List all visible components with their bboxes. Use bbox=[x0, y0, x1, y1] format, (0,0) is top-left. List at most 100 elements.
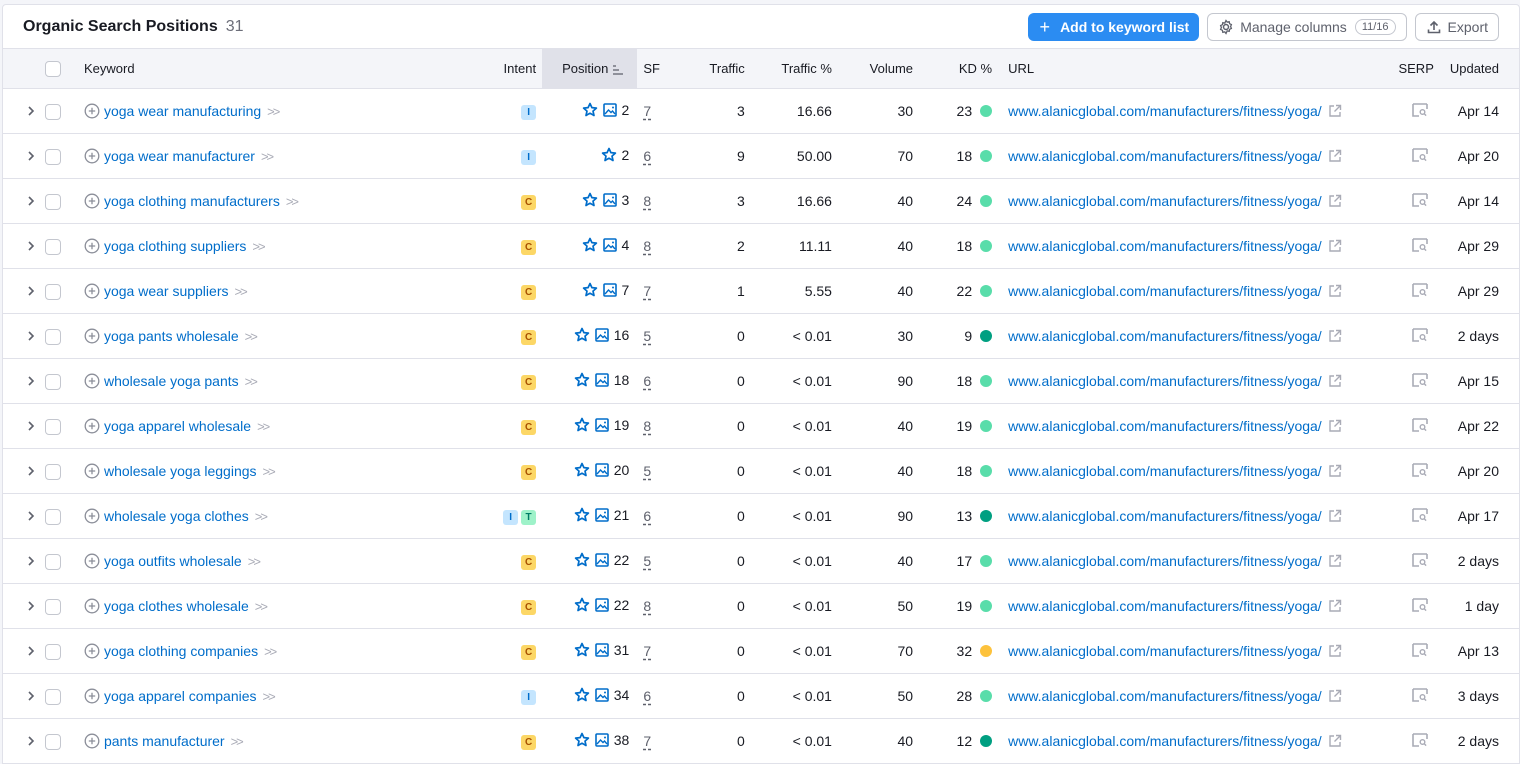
external-link-icon[interactable] bbox=[1328, 149, 1342, 163]
row-checkbox[interactable] bbox=[45, 148, 62, 165]
expand-row-chevron-icon[interactable] bbox=[27, 463, 35, 479]
add-keyword-plus-circle-icon[interactable] bbox=[84, 598, 100, 614]
expand-row-chevron-icon[interactable] bbox=[27, 283, 35, 299]
url-link[interactable]: www.alanicglobal.com/manufacturers/fitne… bbox=[1008, 508, 1322, 524]
serp-snapshot-icon[interactable] bbox=[1412, 687, 1428, 705]
expand-row-chevron-icon[interactable] bbox=[27, 733, 35, 749]
expand-row-chevron-icon[interactable] bbox=[27, 643, 35, 659]
serp-snapshot-icon[interactable] bbox=[1412, 417, 1428, 435]
keyword-link[interactable]: wholesale yoga clothes bbox=[104, 508, 249, 524]
external-link-icon[interactable] bbox=[1328, 239, 1342, 253]
expand-row-chevron-icon[interactable] bbox=[27, 598, 35, 614]
export-button[interactable]: Export bbox=[1414, 13, 1499, 41]
external-link-icon[interactable] bbox=[1328, 509, 1342, 523]
keyword-link[interactable]: wholesale yoga pants bbox=[104, 373, 239, 389]
keyword-link[interactable]: yoga wear suppliers bbox=[104, 283, 229, 299]
row-checkbox[interactable] bbox=[45, 463, 62, 480]
column-traffic-pct[interactable]: Traffic % bbox=[751, 49, 838, 89]
keyword-link[interactable]: yoga clothes wholesale bbox=[104, 598, 249, 614]
keyword-link[interactable]: yoga wear manufacturing bbox=[104, 103, 261, 119]
keyword-details-chevrons-icon[interactable]: >> bbox=[255, 599, 268, 614]
serp-features-count[interactable]: 8 bbox=[643, 238, 651, 254]
column-traffic[interactable]: Traffic bbox=[676, 49, 751, 89]
add-keyword-plus-circle-icon[interactable] bbox=[84, 238, 100, 254]
add-keyword-plus-circle-icon[interactable] bbox=[84, 283, 100, 299]
keyword-details-chevrons-icon[interactable]: >> bbox=[286, 194, 299, 209]
row-checkbox[interactable] bbox=[45, 553, 62, 570]
add-keyword-plus-circle-icon[interactable] bbox=[84, 418, 100, 434]
url-link[interactable]: www.alanicglobal.com/manufacturers/fitne… bbox=[1008, 598, 1322, 614]
column-url[interactable]: URL bbox=[1002, 49, 1377, 89]
serp-snapshot-icon[interactable] bbox=[1412, 732, 1428, 750]
serp-features-count[interactable]: 6 bbox=[643, 148, 651, 164]
expand-row-chevron-icon[interactable] bbox=[27, 328, 35, 344]
keyword-details-chevrons-icon[interactable]: >> bbox=[267, 104, 280, 119]
row-checkbox[interactable] bbox=[45, 418, 62, 435]
external-link-icon[interactable] bbox=[1328, 554, 1342, 568]
serp-features-count[interactable]: 7 bbox=[643, 733, 651, 749]
row-checkbox[interactable] bbox=[45, 103, 62, 120]
serp-snapshot-icon[interactable] bbox=[1412, 282, 1428, 300]
select-all-checkbox[interactable] bbox=[45, 60, 62, 77]
column-sf[interactable]: SF bbox=[637, 49, 676, 89]
serp-features-count[interactable]: 7 bbox=[643, 643, 651, 659]
row-checkbox[interactable] bbox=[45, 643, 62, 660]
column-updated[interactable]: Updated bbox=[1440, 49, 1519, 89]
external-link-icon[interactable] bbox=[1328, 644, 1342, 658]
column-intent[interactable]: Intent bbox=[483, 49, 542, 89]
external-link-icon[interactable] bbox=[1328, 194, 1342, 208]
add-keyword-plus-circle-icon[interactable] bbox=[84, 193, 100, 209]
external-link-icon[interactable] bbox=[1328, 104, 1342, 118]
keyword-details-chevrons-icon[interactable]: >> bbox=[263, 464, 276, 479]
expand-row-chevron-icon[interactable] bbox=[27, 418, 35, 434]
serp-features-count[interactable]: 5 bbox=[643, 328, 651, 344]
serp-snapshot-icon[interactable] bbox=[1412, 192, 1428, 210]
expand-row-chevron-icon[interactable] bbox=[27, 193, 35, 209]
serp-snapshot-icon[interactable] bbox=[1412, 597, 1428, 615]
external-link-icon[interactable] bbox=[1328, 374, 1342, 388]
serp-features-count[interactable]: 6 bbox=[643, 688, 651, 704]
serp-features-count[interactable]: 5 bbox=[643, 553, 651, 569]
add-keyword-plus-circle-icon[interactable] bbox=[84, 643, 100, 659]
url-link[interactable]: www.alanicglobal.com/manufacturers/fitne… bbox=[1008, 688, 1322, 704]
serp-features-count[interactable]: 8 bbox=[643, 418, 651, 434]
keyword-details-chevrons-icon[interactable]: >> bbox=[248, 554, 261, 569]
keyword-details-chevrons-icon[interactable]: >> bbox=[257, 419, 270, 434]
keyword-details-chevrons-icon[interactable]: >> bbox=[252, 239, 265, 254]
row-checkbox[interactable] bbox=[45, 598, 62, 615]
expand-row-chevron-icon[interactable] bbox=[27, 103, 35, 119]
add-keyword-plus-circle-icon[interactable] bbox=[84, 733, 100, 749]
keyword-details-chevrons-icon[interactable]: >> bbox=[261, 149, 274, 164]
url-link[interactable]: www.alanicglobal.com/manufacturers/fitne… bbox=[1008, 643, 1322, 659]
row-checkbox[interactable] bbox=[45, 238, 62, 255]
manage-columns-button[interactable]: Manage columns 11/16 bbox=[1207, 13, 1407, 41]
keyword-link[interactable]: pants manufacturer bbox=[104, 733, 225, 749]
serp-snapshot-icon[interactable] bbox=[1412, 642, 1428, 660]
url-link[interactable]: www.alanicglobal.com/manufacturers/fitne… bbox=[1008, 373, 1322, 389]
row-checkbox[interactable] bbox=[45, 283, 62, 300]
keyword-link[interactable]: yoga apparel companies bbox=[104, 688, 257, 704]
row-checkbox[interactable] bbox=[45, 328, 62, 345]
expand-row-chevron-icon[interactable] bbox=[27, 238, 35, 254]
serp-snapshot-icon[interactable] bbox=[1412, 552, 1428, 570]
add-to-keyword-list-button[interactable]: + Add to keyword list bbox=[1027, 13, 1200, 41]
row-checkbox[interactable] bbox=[45, 508, 62, 525]
add-keyword-plus-circle-icon[interactable] bbox=[84, 103, 100, 119]
keyword-link[interactable]: yoga clothing manufacturers bbox=[104, 193, 280, 209]
expand-row-chevron-icon[interactable] bbox=[27, 148, 35, 164]
keyword-link[interactable]: yoga pants wholesale bbox=[104, 328, 239, 344]
url-link[interactable]: www.alanicglobal.com/manufacturers/fitne… bbox=[1008, 328, 1322, 344]
url-link[interactable]: www.alanicglobal.com/manufacturers/fitne… bbox=[1008, 148, 1322, 164]
row-checkbox[interactable] bbox=[45, 733, 62, 750]
keyword-details-chevrons-icon[interactable]: >> bbox=[264, 644, 277, 659]
serp-snapshot-icon[interactable] bbox=[1412, 327, 1428, 345]
serp-features-count[interactable]: 6 bbox=[643, 373, 651, 389]
expand-row-chevron-icon[interactable] bbox=[27, 688, 35, 704]
keyword-link[interactable]: yoga clothing suppliers bbox=[104, 238, 246, 254]
url-link[interactable]: www.alanicglobal.com/manufacturers/fitne… bbox=[1008, 463, 1322, 479]
keyword-details-chevrons-icon[interactable]: >> bbox=[231, 734, 244, 749]
keyword-link[interactable]: yoga outfits wholesale bbox=[104, 553, 242, 569]
serp-snapshot-icon[interactable] bbox=[1412, 372, 1428, 390]
serp-features-count[interactable]: 7 bbox=[643, 103, 651, 119]
url-link[interactable]: www.alanicglobal.com/manufacturers/fitne… bbox=[1008, 553, 1322, 569]
